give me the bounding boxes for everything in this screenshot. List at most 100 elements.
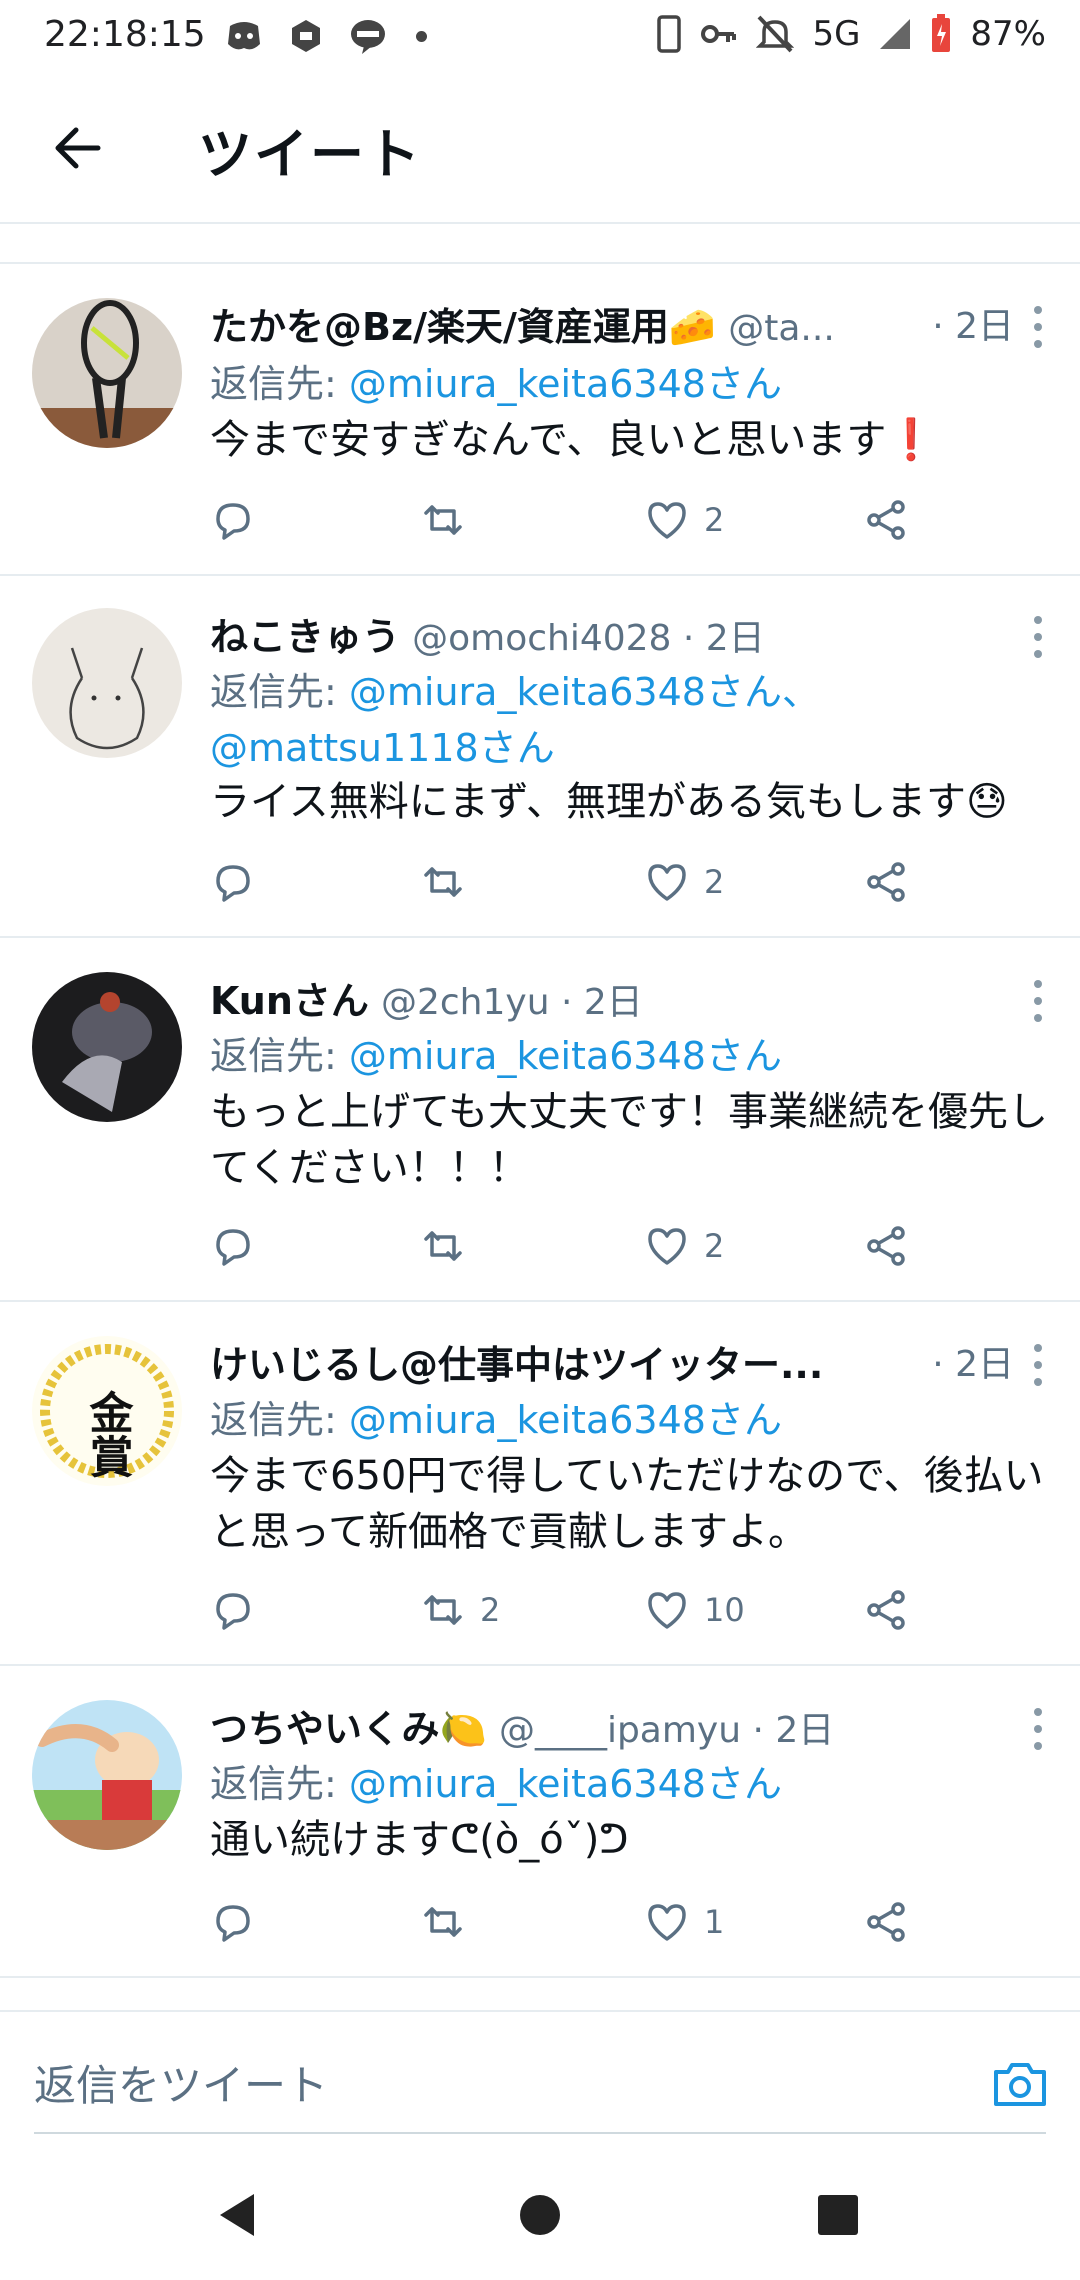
reply-context: 返信先: @miura_keita6348さん: [210, 1756, 1050, 1812]
mention-link[interactable]: @miura_keita6348さん: [349, 362, 782, 406]
nav-recents-icon[interactable]: [811, 2188, 865, 2242]
retweet-icon: [424, 505, 462, 535]
system-indicators: 5G 87%: [656, 14, 1046, 54]
share-button[interactable]: [864, 1892, 910, 1952]
tweet-item[interactable]: つちやいくみ🍋 @____ipamyu · 2日 返信先: @miura_kei…: [0, 1666, 1080, 1978]
user-name[interactable]: たかを@Bz/楽天/資産運用🧀: [210, 305, 716, 349]
tweet-time: · 2日: [924, 298, 1014, 356]
reply-label: 返信先:: [210, 362, 349, 406]
network-type: 5G: [812, 14, 861, 54]
mi-icon: [292, 20, 320, 52]
more-options-icon[interactable]: [1018, 976, 1058, 1026]
user-handle[interactable]: @____ipamyu · 2日: [499, 1710, 834, 1751]
status-bar: 22:18:15 5G 87%: [0, 0, 1080, 72]
key-icon: [701, 25, 737, 43]
phone-icon: [657, 15, 682, 53]
share-icon: [867, 500, 905, 540]
mention-link[interactable]: @miura_keita6348さん、: [349, 670, 820, 714]
tweet-item[interactable]: たかを@Bz/楽天/資産運用🧀 @ta... · 2日 返信先: @miura_…: [0, 264, 1080, 576]
more-options-icon[interactable]: [1018, 302, 1058, 352]
reply-context: 返信先: @miura_keita6348さん: [210, 1392, 1050, 1448]
retweet-icon: [424, 867, 462, 897]
user-name[interactable]: つちやいくみ🍋: [210, 1707, 487, 1751]
mention-link[interactable]: @miura_keita6348さん: [349, 1398, 782, 1442]
reply-icon: [216, 1905, 250, 1942]
user-handle[interactable]: @ta...: [728, 308, 835, 349]
discord-icon: [228, 22, 260, 50]
tweet-item[interactable]: Kunさん @2ch1yu · 2日 返信先: @miura_keita6348…: [0, 938, 1080, 1302]
user-name[interactable]: ねこきゅう: [210, 615, 400, 659]
mention-link[interactable]: @miura_keita6348さん: [349, 1762, 782, 1806]
avatar[interactable]: 金賞: [32, 1336, 182, 1486]
avatar[interactable]: [32, 972, 182, 1122]
tweet-header: けいじるし@仕事中はツイッター...: [210, 1336, 1040, 1394]
avatar[interactable]: [32, 1700, 182, 1850]
like-button[interactable]: 2: [644, 1216, 724, 1276]
heart-icon: [648, 1228, 686, 1265]
like-button[interactable]: 2: [644, 852, 724, 912]
share-icon: [867, 1590, 905, 1630]
previous-tweet-sliver: [0, 224, 1080, 264]
more-options-icon[interactable]: [1018, 1340, 1058, 1390]
heart-icon: [648, 1904, 686, 1941]
more-options-icon[interactable]: [1018, 1704, 1058, 1754]
nav-home-icon[interactable]: [513, 2188, 567, 2242]
tweet-text: ライス無料にまず、無理がある気もします😓: [210, 779, 1008, 825]
page-title: ツイート: [198, 123, 422, 186]
avatar[interactable]: [32, 608, 182, 758]
tweet-header: ねこきゅう @omochi4028 · 2日: [210, 608, 1040, 666]
tweet-actions: 1: [210, 1892, 950, 1952]
battery-percent: 87%: [970, 14, 1046, 54]
reply-label: 返信先:: [210, 1034, 349, 1078]
signal-icon: [880, 19, 911, 49]
reply-button[interactable]: [210, 852, 256, 912]
reply-button[interactable]: [210, 1580, 256, 1640]
app-header: ツイート: [0, 72, 1080, 224]
share-icon: [867, 862, 905, 902]
user-handle[interactable]: @omochi4028 · 2日: [412, 618, 765, 659]
retweet-button[interactable]: [420, 1892, 480, 1952]
heart-icon: [648, 502, 686, 539]
reply-icon: [216, 1229, 250, 1266]
share-button[interactable]: [864, 1216, 910, 1276]
arrow-left-icon[interactable]: [46, 116, 110, 180]
user-name[interactable]: けいじるし@仕事中はツイッター...: [210, 1343, 823, 1387]
tweet-item[interactable]: ねこきゅう @omochi4028 · 2日 返信先: @miura_keita…: [0, 576, 1080, 938]
reply-button[interactable]: [210, 1892, 256, 1952]
nav-back-icon[interactable]: [212, 2188, 266, 2242]
user-handle[interactable]: @2ch1yu · 2日: [381, 982, 643, 1023]
retweet-button[interactable]: [420, 490, 480, 550]
share-icon: [867, 1902, 905, 1942]
reply-input[interactable]: 返信をツイート: [34, 2052, 328, 2113]
retweet-button[interactable]: [420, 1216, 480, 1276]
tweet-header: つちやいくみ🍋 @____ipamyu · 2日: [210, 1700, 1040, 1758]
tweet-item[interactable]: 金賞 けいじるし@仕事中はツイッター... · 2日 返信先: @miura_k…: [0, 1302, 1080, 1666]
like-button[interactable]: 10: [644, 1580, 745, 1640]
like-count: 2: [704, 1227, 725, 1265]
camera-icon[interactable]: [990, 2054, 1050, 2114]
retweet-button[interactable]: [420, 852, 480, 912]
user-name[interactable]: Kunさん: [210, 979, 369, 1023]
share-button[interactable]: [864, 1580, 910, 1640]
retweet-button[interactable]: 2: [420, 1580, 500, 1640]
mention-link[interactable]: @mattsu1118さん: [210, 726, 555, 770]
line-icon: [351, 20, 385, 54]
mute-icon: [756, 15, 795, 53]
share-button[interactable]: [864, 490, 910, 550]
share-button[interactable]: [864, 852, 910, 912]
like-button[interactable]: 1: [644, 1892, 724, 1952]
reply-context: 返信先: @miura_keita6348さん、 @mattsu1118さん: [210, 664, 1050, 776]
avatar[interactable]: [32, 298, 182, 448]
more-options-icon[interactable]: [1018, 612, 1058, 662]
reply-context: 返信先: @miura_keita6348さん: [210, 356, 1050, 412]
reply-button[interactable]: [210, 490, 256, 550]
like-button[interactable]: 2: [644, 490, 724, 550]
mention-link[interactable]: @miura_keita6348さん: [349, 1034, 782, 1078]
tweet-text: 通い続けますᕦ(ò_óˇ)ᕤ: [210, 1817, 629, 1863]
system-navigation-bar: [0, 2150, 1080, 2280]
share-icon: [867, 1226, 905, 1266]
avatar-award-text: 金賞: [82, 1390, 135, 1478]
retweet-count: 2: [480, 1591, 501, 1629]
reply-button[interactable]: [210, 1216, 256, 1276]
like-count: 2: [704, 863, 725, 901]
